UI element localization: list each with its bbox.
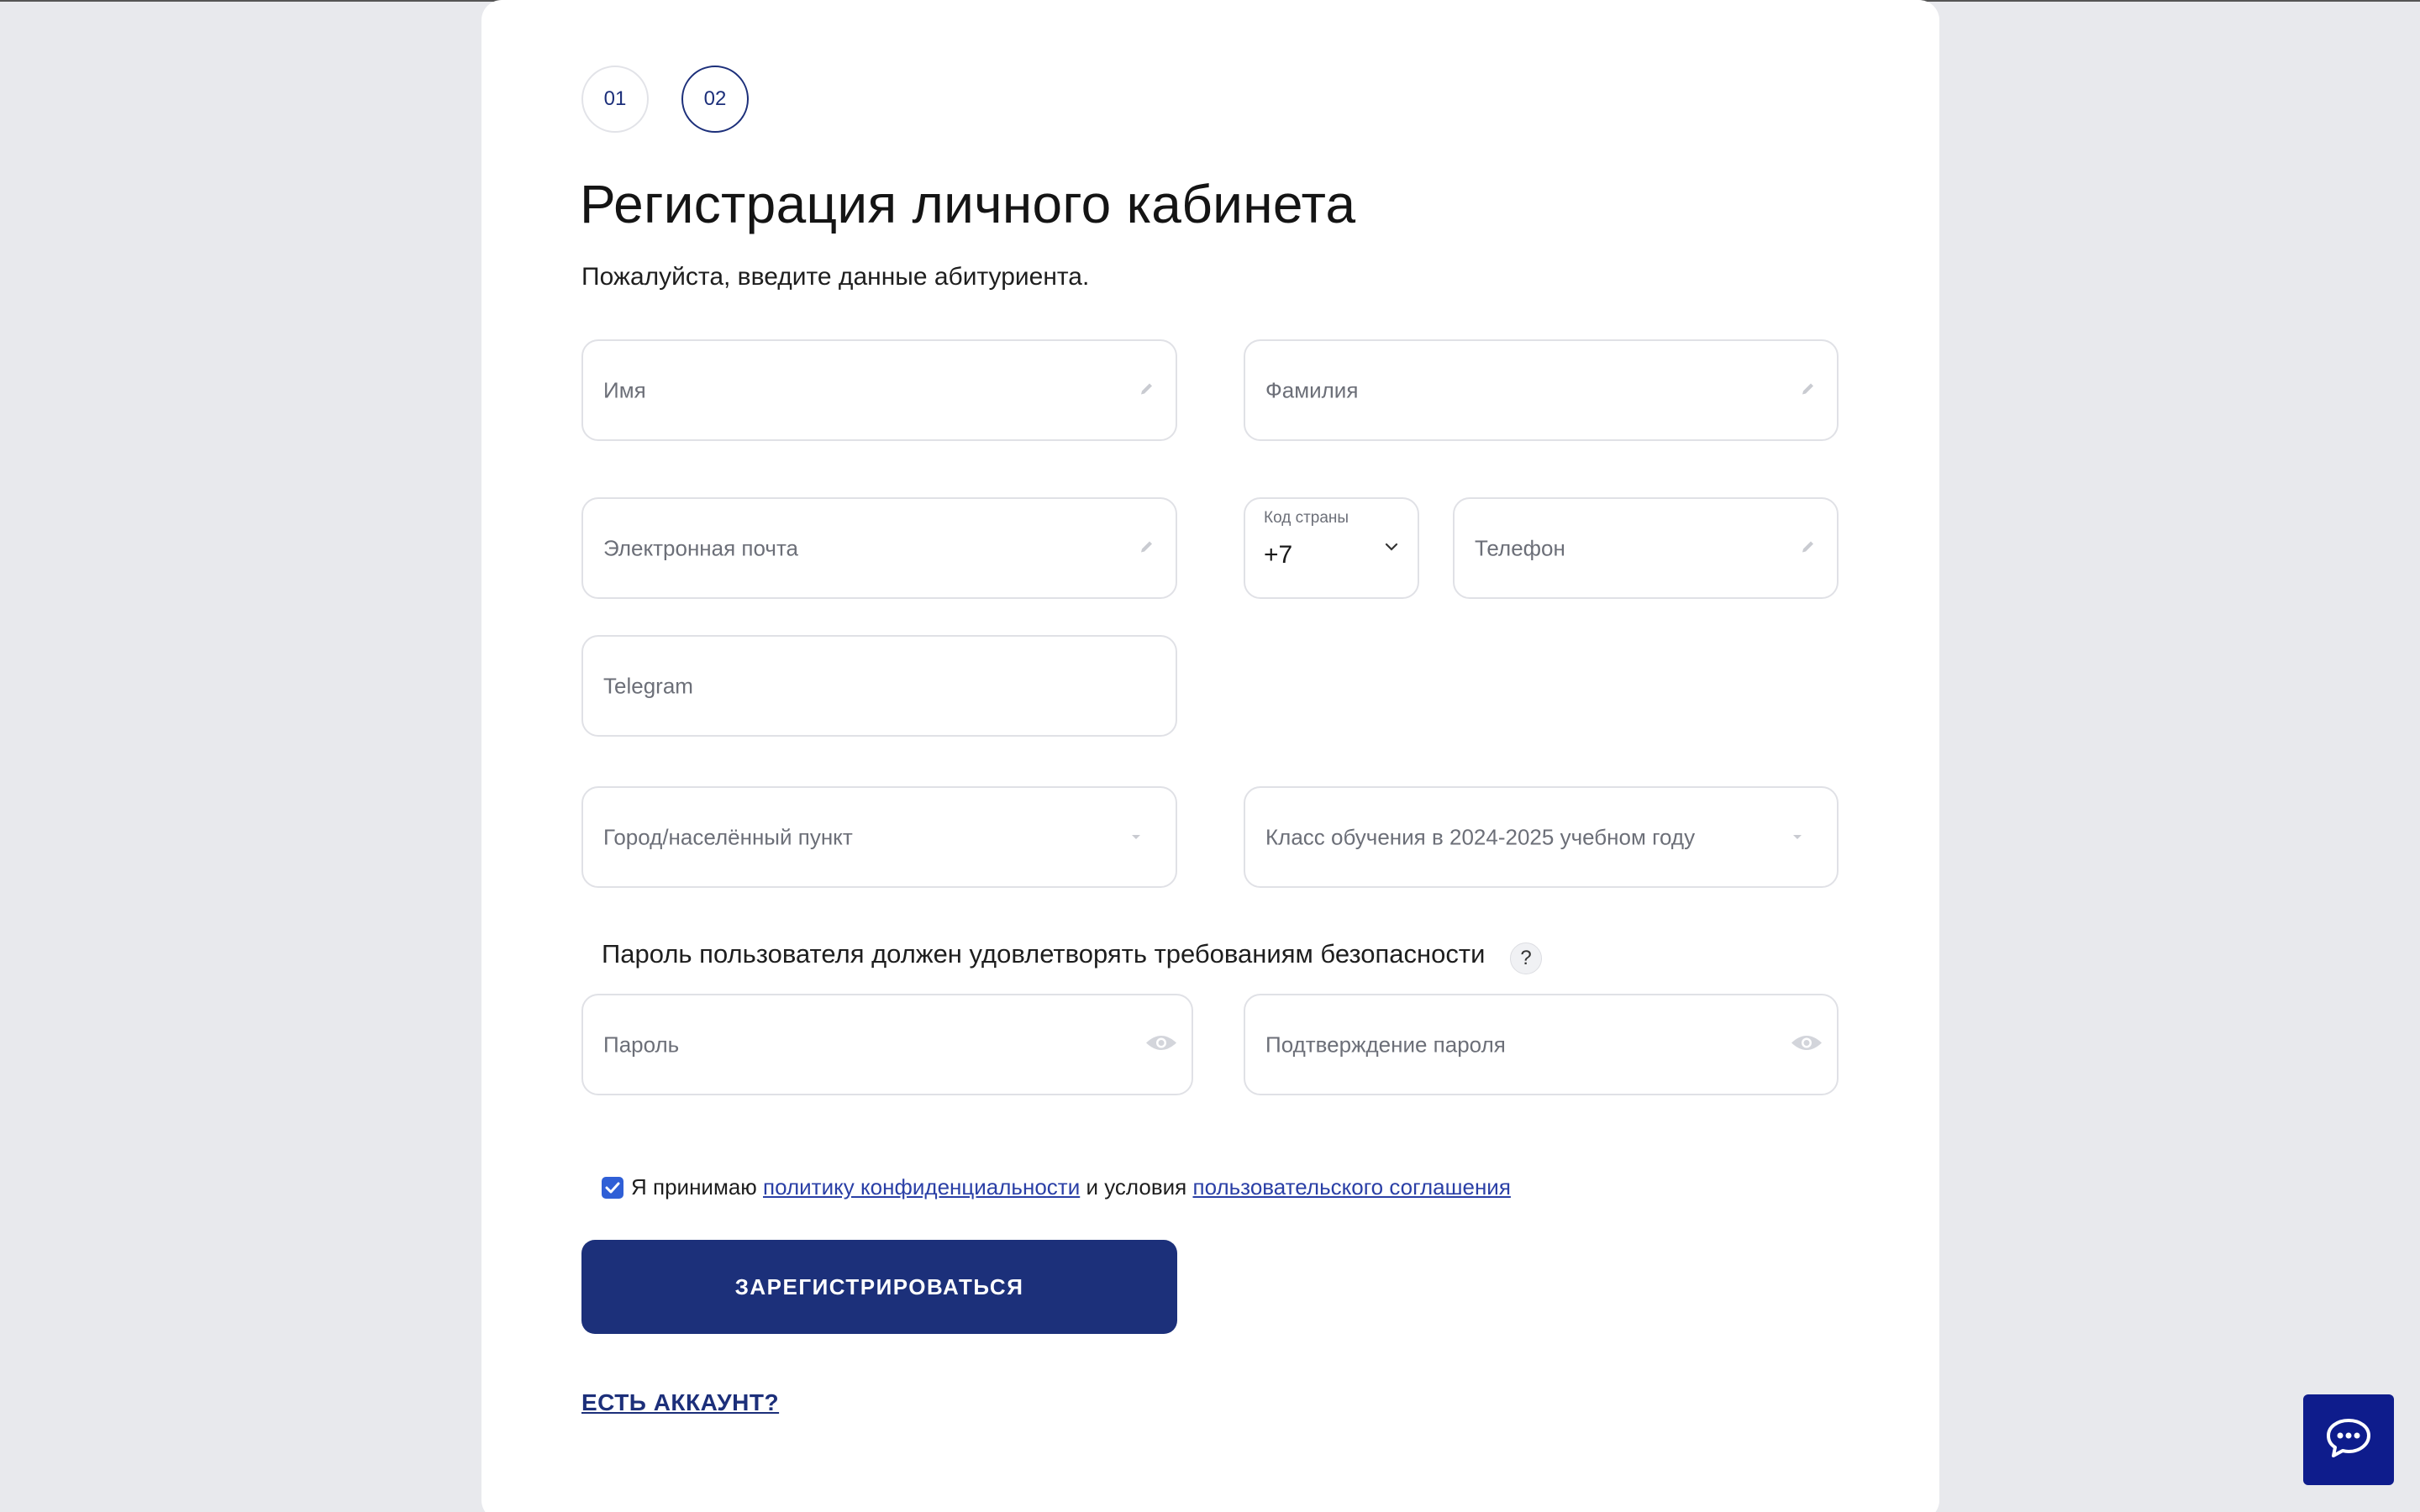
caret-down-icon [1130,830,1142,845]
have-account-link[interactable]: ЕСТЬ АККАУНТ? [581,1389,779,1416]
step-01-label: 01 [603,87,627,110]
privacy-policy-link[interactable]: политику конфиденциальности [763,1174,1080,1200]
consent-text-1: Я принимаю [631,1174,757,1200]
last-name-field[interactable]: Фамилия [1244,339,1839,441]
chat-button[interactable] [2303,1394,2394,1485]
password-requirements-text: Пароль пользователя должен удовлетворять… [602,939,1486,969]
password-field[interactable]: Пароль [581,994,1193,1095]
telegram-placeholder: Telegram [603,673,693,698]
phone-placeholder: Телефон [1475,535,1565,560]
pencil-icon [1800,380,1817,401]
consent-checkbox[interactable] [602,1176,623,1199]
step-02[interactable]: 02 [681,66,749,133]
password-help-button[interactable]: ? [1510,942,1542,974]
chat-bubble-icon [2324,1417,2373,1463]
telegram-field[interactable]: Telegram [581,635,1177,737]
country-code-value: +7 [1264,541,1293,569]
step-01[interactable]: 01 [581,66,649,133]
pencil-icon [1139,538,1155,559]
eye-icon[interactable] [1144,1032,1178,1058]
page-title: Регистрация личного кабинета [580,174,1356,234]
city-select[interactable]: Город/населённый пункт [581,786,1177,888]
step-02-label: 02 [703,87,727,110]
city-placeholder: Город/населённый пункт [603,824,853,849]
password-placeholder: Пароль [603,1032,680,1057]
first-name-field[interactable]: Имя [581,339,1177,441]
pencil-icon [1139,380,1155,401]
eye-icon[interactable] [1790,1032,1823,1058]
page-subtitle: Пожалуйста, введите данные абитуриента. [581,263,1090,291]
consent-row: Я принимаю политику конфиденциальности и… [602,1174,1511,1200]
grade-select[interactable]: Класс обучения в 2024-2025 учебном году [1244,786,1839,888]
email-field[interactable]: Электронная почта [581,497,1177,599]
country-code-select[interactable]: Код страны +7 [1244,497,1419,599]
password-confirm-placeholder: Подтверждение пароля [1265,1032,1506,1057]
register-button[interactable]: ЗАРЕГИСТРИРОВАТЬСЯ [581,1240,1177,1334]
first-name-placeholder: Имя [603,377,646,402]
password-confirm-field[interactable]: Подтверждение пароля [1244,994,1839,1095]
user-agreement-link[interactable]: пользовательского соглашения [1193,1174,1511,1200]
grade-placeholder: Класс обучения в 2024-2025 учебном году [1265,824,1696,849]
email-placeholder: Электронная почта [603,535,799,560]
phone-field[interactable]: Телефон [1453,497,1839,599]
question-mark-icon: ? [1520,947,1532,969]
caret-down-icon [1791,830,1803,845]
pencil-icon [1800,538,1817,559]
register-button-label: ЗАРЕГИСТРИРОВАТЬСЯ [734,1273,1024,1299]
chevron-down-icon [1384,541,1399,556]
country-code-label: Код страны [1264,509,1349,527]
last-name-placeholder: Фамилия [1265,377,1359,402]
consent-text-2: и условия [1086,1174,1187,1200]
